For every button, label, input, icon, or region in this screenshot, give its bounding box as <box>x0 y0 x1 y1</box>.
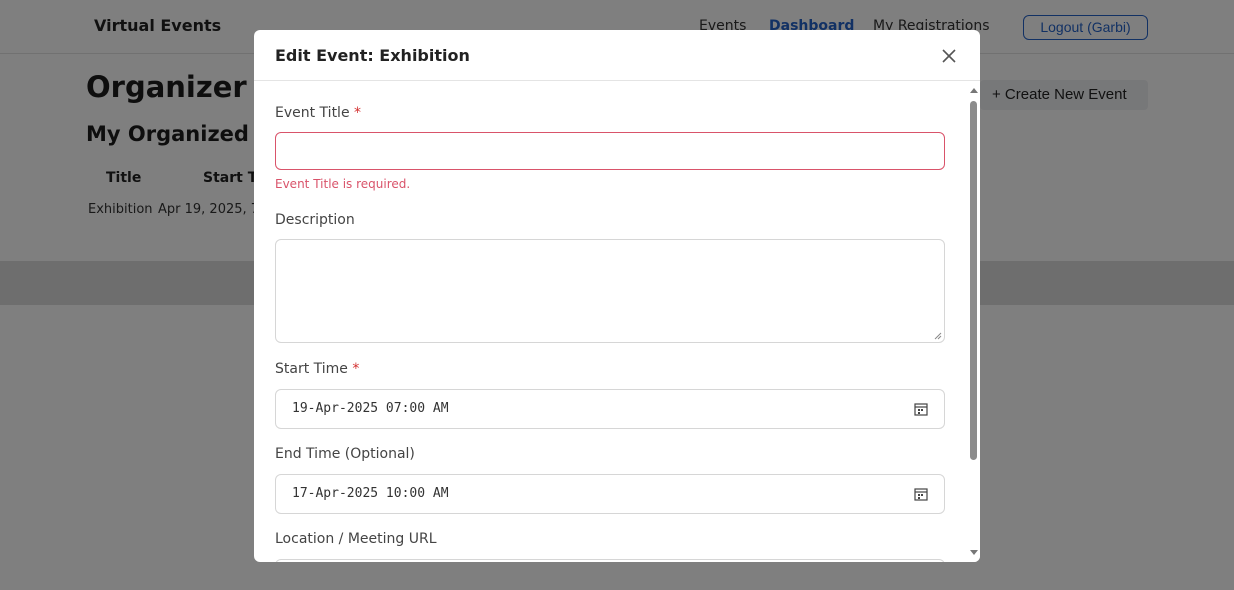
required-marker: * <box>352 361 360 377</box>
description-label: Description <box>275 212 355 228</box>
calendar-icon[interactable] <box>914 402 928 416</box>
required-marker: * <box>354 105 362 121</box>
scroll-thumb[interactable] <box>970 101 977 460</box>
event-title-label: Event Title * <box>275 105 362 121</box>
close-icon <box>942 49 956 63</box>
modal-header: Edit Event: Exhibition <box>254 30 980 81</box>
start-time-label: Start Time * <box>275 361 360 377</box>
scroll-up-arrow-icon[interactable] <box>970 88 978 93</box>
close-button[interactable] <box>938 45 960 67</box>
description-textarea[interactable] <box>275 239 945 343</box>
end-time-label: End Time (Optional) <box>275 446 415 462</box>
calendar-icon[interactable] <box>914 487 928 501</box>
start-time-input[interactable]: 19-Apr-2025 07:00 AM <box>275 389 945 429</box>
modal-scrollbar[interactable] <box>967 81 980 562</box>
location-input[interactable] <box>275 559 945 562</box>
modal-title: Edit Event: Exhibition <box>275 46 470 65</box>
event-title-error: Event Title is required. <box>275 177 411 191</box>
location-label: Location / Meeting URL <box>275 531 437 547</box>
modal-body: Event Title * Event Title is required. D… <box>254 81 980 562</box>
end-time-input[interactable]: 17-Apr-2025 10:00 AM <box>275 474 945 514</box>
edit-event-modal: Edit Event: Exhibition Event Title * Eve… <box>254 30 980 562</box>
resize-grip-icon[interactable] <box>934 332 942 340</box>
scroll-down-arrow-icon[interactable] <box>970 550 978 555</box>
event-title-input[interactable] <box>275 132 945 170</box>
